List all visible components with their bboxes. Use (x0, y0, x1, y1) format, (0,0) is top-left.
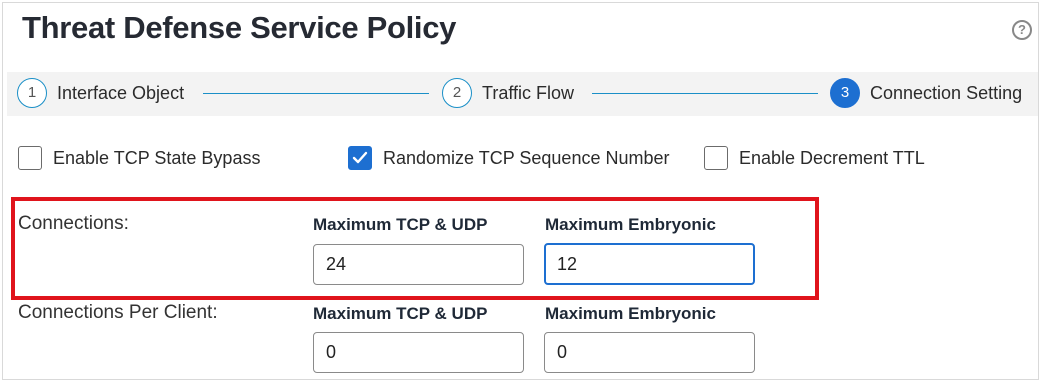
step-connector (203, 93, 429, 94)
connections-max-tcp-udp-label: Maximum TCP & UDP (313, 215, 488, 234)
per-client-max-tcp-udp-input[interactable] (313, 332, 524, 373)
decrement-ttl-option[interactable]: Enable Decrement TTL (704, 145, 925, 171)
connections-max-embryonic-label: Maximum Embryonic (545, 215, 716, 234)
step-1-label[interactable]: Interface Object (57, 83, 184, 104)
page-title: Threat Defense Service Policy (22, 10, 457, 45)
randomize-tcp-seq-option[interactable]: Randomize TCP Sequence Number (348, 145, 670, 171)
decrement-ttl-label: Enable Decrement TTL (739, 147, 925, 168)
tcp-state-bypass-checkbox[interactable] (18, 146, 42, 170)
help-icon[interactable]: ? (1012, 20, 1032, 40)
checkmark-icon (352, 151, 368, 164)
wizard-stepper: 1 Interface Object 2 Traffic Flow 3 Conn… (7, 72, 1038, 116)
randomize-tcp-seq-label: Randomize TCP Sequence Number (383, 147, 670, 168)
randomize-tcp-seq-checkbox[interactable] (348, 146, 372, 170)
step-connector (592, 93, 818, 94)
per-client-max-embryonic-label: Maximum Embryonic (545, 304, 716, 323)
per-client-max-tcp-udp-label: Maximum TCP & UDP (313, 304, 488, 323)
decrement-ttl-checkbox[interactable] (704, 146, 728, 170)
step-3-number[interactable]: 3 (830, 78, 860, 108)
per-client-max-embryonic-input[interactable] (544, 332, 755, 373)
connections-max-embryonic-input[interactable] (544, 243, 755, 285)
step-2-label[interactable]: Traffic Flow (482, 83, 574, 104)
connections-per-client-label: Connections Per Client: (18, 302, 218, 323)
tcp-state-bypass-option[interactable]: Enable TCP State Bypass (18, 145, 260, 171)
connections-label: Connections: (18, 213, 129, 234)
connections-max-tcp-udp-input[interactable] (313, 244, 524, 285)
step-3-label[interactable]: Connection Setting (870, 83, 1022, 104)
tcp-state-bypass-label: Enable TCP State Bypass (53, 147, 261, 168)
step-1-number[interactable]: 1 (17, 78, 47, 108)
step-2-number[interactable]: 2 (442, 78, 472, 108)
